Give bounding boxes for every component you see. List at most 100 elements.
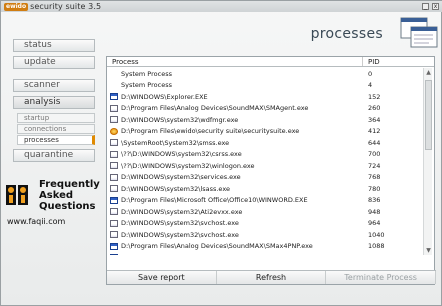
executable-icon xyxy=(110,150,118,158)
table-row[interactable]: D:\Program Files\Analog Devices\SoundMAX… xyxy=(107,252,423,255)
pid-cell: 1040 xyxy=(368,230,385,239)
executable-icon xyxy=(110,185,118,193)
table-row[interactable]: \??\D:\WINDOWS\system32\winlogon.exe 724 xyxy=(107,160,423,172)
process-cell: D:\WINDOWS\system32\svchost.exe xyxy=(107,219,363,227)
pid-cell: 964 xyxy=(368,219,381,228)
process-list: System Process 0 System Process 4 D:\WINDOWS… xyxy=(107,68,423,255)
pid-cell: 836 xyxy=(368,196,381,205)
process-cell: \??\D:\WINDOWS\system32\winlogon.exe xyxy=(107,162,363,170)
pid-cell: 152 xyxy=(368,92,381,101)
application-icon xyxy=(110,93,118,101)
table-row[interactable]: D:\Program Files\Analog Devices\SoundMAX… xyxy=(107,241,423,253)
process-path: D:\WINDOWS\system32\svchost.exe xyxy=(121,219,239,228)
faq-logo-icon xyxy=(6,185,28,205)
process-cell: D:\WINDOWS\system32\lsass.exe xyxy=(107,185,363,193)
executable-icon xyxy=(110,173,118,181)
subnav-connections[interactable]: connections xyxy=(17,124,95,134)
process-cell: D:\WINDOWS\system32\svchost.exe xyxy=(107,231,363,239)
table-row[interactable]: D:\WINDOWS\Explorer.EXE 152 xyxy=(107,91,423,103)
pid-cell: 412 xyxy=(368,127,381,136)
nav-scanner[interactable]: scanner xyxy=(13,79,95,92)
process-path: D:\WINDOWS\system32\svchost.exe xyxy=(121,230,239,239)
minimize-button[interactable]: _ xyxy=(422,3,429,10)
application-icon xyxy=(110,254,118,255)
faq-line-2: Asked xyxy=(39,190,74,201)
app-window: ewido security suite 3.5 _ x processes s… xyxy=(0,0,442,306)
table-row[interactable]: D:\WINDOWS\system32\Ati2evxx.exe 948 xyxy=(107,206,423,218)
system-icon xyxy=(110,70,118,78)
process-cell: D:\Program Files\Analog Devices\SoundMAX… xyxy=(107,254,363,255)
column-pid[interactable]: PID xyxy=(363,57,419,66)
process-path: D:\Program Files\Microsoft Office\Office… xyxy=(121,196,308,205)
faq-text: Frequently Asked Questions xyxy=(39,179,100,212)
process-path: D:\Program Files\ewido\security suite\se… xyxy=(121,127,300,136)
ewido-logo: ewido xyxy=(4,2,29,11)
pid-cell: 948 xyxy=(368,207,381,216)
pid-cell: 364 xyxy=(368,115,381,124)
terminate-process-button[interactable]: Terminate Process xyxy=(326,271,437,284)
executable-icon xyxy=(110,231,118,239)
table-row[interactable]: \SystemRoot\System32\smss.exe 644 xyxy=(107,137,423,149)
title-bar: ewido security suite 3.5 _ x xyxy=(1,1,442,12)
process-path: D:\WINDOWS\system32\Ati2evxx.exe xyxy=(121,207,243,216)
table-row[interactable]: D:\WINDOWS\system32\svchost.exe 964 xyxy=(107,218,423,230)
vertical-scrollbar[interactable]: ▲ ▼ xyxy=(423,68,432,255)
pid-cell: 780 xyxy=(368,184,381,193)
application-icon xyxy=(110,196,118,204)
process-path: D:\WINDOWS\system32\wdfmgr.exe xyxy=(121,115,239,124)
ewido-app-icon xyxy=(110,127,118,135)
analysis-subnav: startup connections processes xyxy=(17,113,95,145)
subnav-startup[interactable]: startup xyxy=(17,113,95,123)
column-process[interactable]: Process xyxy=(107,57,363,66)
scroll-up-icon[interactable]: ▲ xyxy=(424,68,433,77)
scroll-thumb[interactable] xyxy=(425,80,432,150)
app-title: security suite 3.5 xyxy=(30,2,102,11)
process-cell: D:\Program Files\Analog Devices\SoundMAX… xyxy=(107,104,363,112)
table-row[interactable]: System Process 4 xyxy=(107,80,423,92)
process-path: D:\WINDOWS\system32\lsass.exe xyxy=(121,184,230,193)
process-path: \??\D:\WINDOWS\system32\winlogon.exe xyxy=(121,161,255,170)
table-row[interactable]: D:\Program Files\Microsoft Office\Office… xyxy=(107,195,423,207)
table-header: Process PID xyxy=(107,57,434,67)
close-button[interactable]: x xyxy=(432,3,439,10)
process-path: D:\Program Files\Analog Devices\SoundMAX… xyxy=(121,254,302,255)
executable-icon xyxy=(110,104,118,112)
process-path: \??\D:\WINDOWS\system32\csrss.exe xyxy=(121,150,242,159)
process-cell: D:\Program Files\Microsoft Office\Office… xyxy=(107,196,363,204)
process-cell: System Process xyxy=(107,81,363,89)
pid-cell: 4 xyxy=(368,81,373,90)
nav-quarantine[interactable]: quarantine xyxy=(13,149,95,162)
table-row[interactable]: D:\Program Files\ewido\security suite\se… xyxy=(107,126,423,138)
nav-update[interactable]: update xyxy=(13,56,95,69)
table-row[interactable]: D:\WINDOWS\system32\svchost.exe 1040 xyxy=(107,229,423,241)
process-path: System Process xyxy=(121,81,172,90)
pid-cell: 768 xyxy=(368,173,381,182)
table-row[interactable]: D:\WINDOWS\system32\lsass.exe 780 xyxy=(107,183,423,195)
table-row[interactable]: D:\WINDOWS\system32\wdfmgr.exe 364 xyxy=(107,114,423,126)
pid-cell: 1088 xyxy=(368,242,385,251)
process-path: D:\WINDOWS\Explorer.EXE xyxy=(121,92,208,101)
scroll-down-icon[interactable]: ▼ xyxy=(424,246,433,255)
process-panel: Process PID System Process 0 System Proces… xyxy=(106,56,437,285)
save-report-button[interactable]: Save report xyxy=(107,271,217,284)
subnav-processes[interactable]: processes xyxy=(17,135,95,145)
nav-status[interactable]: status xyxy=(13,39,95,52)
nav-analysis[interactable]: analysis xyxy=(13,96,95,109)
faq-line-1: Frequently xyxy=(39,179,100,190)
table-row[interactable]: \??\D:\WINDOWS\system32\csrss.exe 700 xyxy=(107,149,423,161)
action-bar: Save report Refresh Terminate Process xyxy=(107,270,437,284)
process-path: \SystemRoot\System32\smss.exe xyxy=(121,138,230,147)
process-cell: System Process xyxy=(107,70,363,78)
faq-watermark: Frequently Asked Questions www.faqii.com xyxy=(5,179,100,229)
windows-stack-icon xyxy=(400,17,438,48)
pid-cell: 724 xyxy=(368,161,381,170)
process-path: D:\Program Files\Analog Devices\SoundMAX… xyxy=(121,104,309,113)
table-row[interactable]: D:\Program Files\Analog Devices\SoundMAX… xyxy=(107,103,423,115)
table-row[interactable]: System Process 0 xyxy=(107,68,423,80)
system-icon xyxy=(110,81,118,89)
process-path: System Process xyxy=(121,69,172,78)
refresh-button[interactable]: Refresh xyxy=(216,271,327,284)
executable-icon xyxy=(110,162,118,170)
table-row[interactable]: D:\WINDOWS\system32\services.exe 768 xyxy=(107,172,423,184)
process-cell: \SystemRoot\System32\smss.exe xyxy=(107,139,363,147)
